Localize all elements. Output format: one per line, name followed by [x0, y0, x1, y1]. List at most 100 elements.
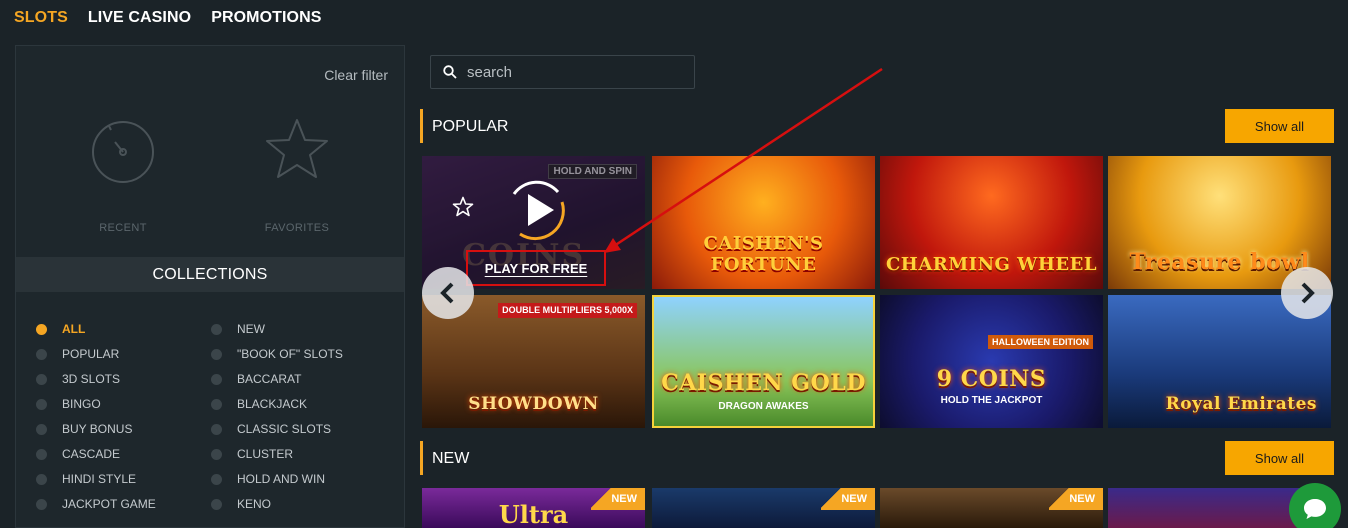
game-tile-caishens-fortune[interactable]: CAISHEN'S FORTUNE: [652, 156, 875, 289]
search-input[interactable]: [467, 63, 687, 81]
game-tile-caishen-gold[interactable]: CAISHEN GOLD DRAGON AWAKES: [652, 295, 875, 428]
game-title: CHARMING WHEEL: [885, 254, 1097, 275]
collection-label: "BOOK OF" SLOTS: [237, 347, 343, 361]
collection-new[interactable]: NEW: [211, 321, 386, 337]
chevron-right-icon: [1301, 282, 1315, 304]
radio-dot: [36, 498, 47, 510]
chat-button[interactable]: [1289, 483, 1341, 528]
section-accent-bar: [420, 109, 423, 143]
collection-label: NEW: [237, 322, 265, 336]
game-subtitle: HOLD THE JACKPOT: [940, 395, 1043, 406]
popular-show-all-button[interactable]: Show all: [1225, 109, 1334, 143]
game-title: CAISHEN GOLD: [661, 370, 866, 396]
collection-cluster[interactable]: CLUSTER: [211, 446, 386, 462]
nav-promotions[interactable]: PROMOTIONS: [211, 9, 321, 27]
radio-dot: [211, 323, 222, 335]
game-subtitle: DRAGON AWAKES: [718, 401, 809, 412]
collection-bingo[interactable]: BINGO: [36, 396, 211, 412]
radio-dot: [36, 448, 47, 460]
game-tag: HALLOWEEN EDITION: [988, 335, 1093, 349]
collection-label: 3D SLOTS: [62, 372, 121, 386]
filter-panel: Clear filter RECENT FAVORITES COLLECTION…: [15, 45, 405, 528]
play-icon[interactable]: [500, 174, 572, 246]
star-outline-icon: [266, 119, 328, 178]
collection-hold-and-win[interactable]: HOLD AND WIN: [211, 471, 386, 487]
collection-popular[interactable]: POPULAR: [36, 346, 211, 362]
radio-dot: [36, 323, 47, 335]
chevron-left-icon: [440, 282, 454, 304]
collection-blackjack[interactable]: BLACKJACK: [211, 396, 386, 412]
collection-cascade[interactable]: CASCADE: [36, 446, 211, 462]
radio-dot: [211, 398, 222, 410]
collections-header: COLLECTIONS: [16, 257, 404, 292]
chat-bubble-icon: [1304, 499, 1326, 519]
search-icon: [443, 65, 457, 79]
collection-label: KENO: [237, 497, 272, 511]
casino-page: SLOTS LIVE CASINO PROMOTIONS Clear filte…: [0, 0, 1348, 528]
recent-filter[interactable]: RECENT: [63, 116, 183, 234]
radio-dot: [36, 423, 47, 435]
section-accent-bar: [420, 441, 423, 475]
radio-dot: [36, 398, 47, 410]
nav-live-casino[interactable]: LIVE CASINO: [88, 9, 191, 27]
carousel-prev-button[interactable]: [422, 267, 474, 319]
new-title: NEW: [432, 450, 470, 467]
radio-dot: [211, 373, 222, 385]
game-tag: DOUBLE MULTIPLIERS 5,000X: [498, 303, 637, 318]
stopwatch-icon: [92, 121, 154, 183]
collection-hindi-style[interactable]: HINDI STYLE: [36, 471, 211, 487]
collection-classic-slots[interactable]: CLASSIC SLOTS: [211, 421, 386, 437]
game-tile-charming-wheel[interactable]: CHARMING WHEEL: [880, 156, 1103, 289]
collection-label: HOLD AND WIN: [237, 472, 326, 486]
favorite-star-icon[interactable]: [452, 196, 474, 218]
collection-buy-bonus[interactable]: BUY BONUS: [36, 421, 211, 437]
collection-label: BACCARAT: [237, 372, 302, 386]
collection-label: JACKPOT GAME: [62, 497, 156, 511]
popular-header: POPULAR Show all: [420, 109, 1334, 143]
favorites-filter[interactable]: FAVORITES: [237, 116, 357, 234]
collection-label: CLUSTER: [237, 447, 294, 461]
carousel-next-button[interactable]: [1281, 267, 1333, 319]
play-for-free-annotation-box: PLAY FOR FREE: [466, 250, 606, 286]
collection-all[interactable]: ALL: [36, 321, 211, 337]
radio-dot: [211, 423, 222, 435]
radio-dot: [36, 373, 47, 385]
collection-label: BLACKJACK: [237, 397, 308, 411]
collection-book-of-slots[interactable]: "BOOK OF" SLOTS: [211, 346, 386, 362]
game-title: CAISHEN'S FORTUNE: [703, 233, 824, 275]
new-badge: NEW: [591, 488, 645, 510]
collection-baccarat[interactable]: BACCARAT: [211, 371, 386, 387]
collection-label: POPULAR: [62, 347, 120, 361]
game-title: SHOWDOWN: [468, 394, 599, 414]
new-game-tile[interactable]: Ultra NEW: [422, 488, 645, 528]
radio-dot: [211, 498, 222, 510]
collection-3d-slots[interactable]: 3D SLOTS: [36, 371, 211, 387]
collection-label: CASCADE: [62, 447, 121, 461]
collection-keno[interactable]: KENO: [211, 496, 386, 512]
collection-label: HINDI STYLE: [62, 472, 137, 486]
recent-label: RECENT: [99, 222, 147, 234]
nav-slots[interactable]: SLOTS: [14, 9, 68, 27]
collection-jackpot-game[interactable]: JACKPOT GAME: [36, 496, 211, 512]
game-title: 9 COINS: [936, 366, 1047, 392]
collection-label: ALL: [62, 322, 86, 336]
favorites-label: FAVORITES: [264, 222, 330, 234]
radio-dot: [36, 348, 47, 360]
game-title: Royal Emirates: [1165, 394, 1317, 414]
new-badge: NEW: [821, 488, 875, 510]
radio-dot: [211, 448, 222, 460]
new-header: NEW Show all: [420, 441, 1334, 475]
collection-label: CLASSIC SLOTS: [237, 422, 332, 436]
collection-label: BINGO: [62, 397, 101, 411]
play-for-free-link[interactable]: PLAY FOR FREE: [485, 261, 588, 276]
new-game-tile[interactable]: NEW: [652, 488, 875, 528]
clear-filter-link[interactable]: Clear filter: [324, 67, 388, 83]
game-tile-9-coins[interactable]: HALLOWEEN EDITION 9 COINS HOLD THE JACKP…: [880, 295, 1103, 428]
radio-dot: [211, 348, 222, 360]
search-box: [430, 55, 695, 89]
new-show-all-button[interactable]: Show all: [1225, 441, 1334, 475]
radio-dot: [211, 473, 222, 485]
new-game-tile[interactable]: NEW: [880, 488, 1103, 528]
popular-title: POPULAR: [432, 118, 509, 135]
new-badge: NEW: [1049, 488, 1103, 510]
